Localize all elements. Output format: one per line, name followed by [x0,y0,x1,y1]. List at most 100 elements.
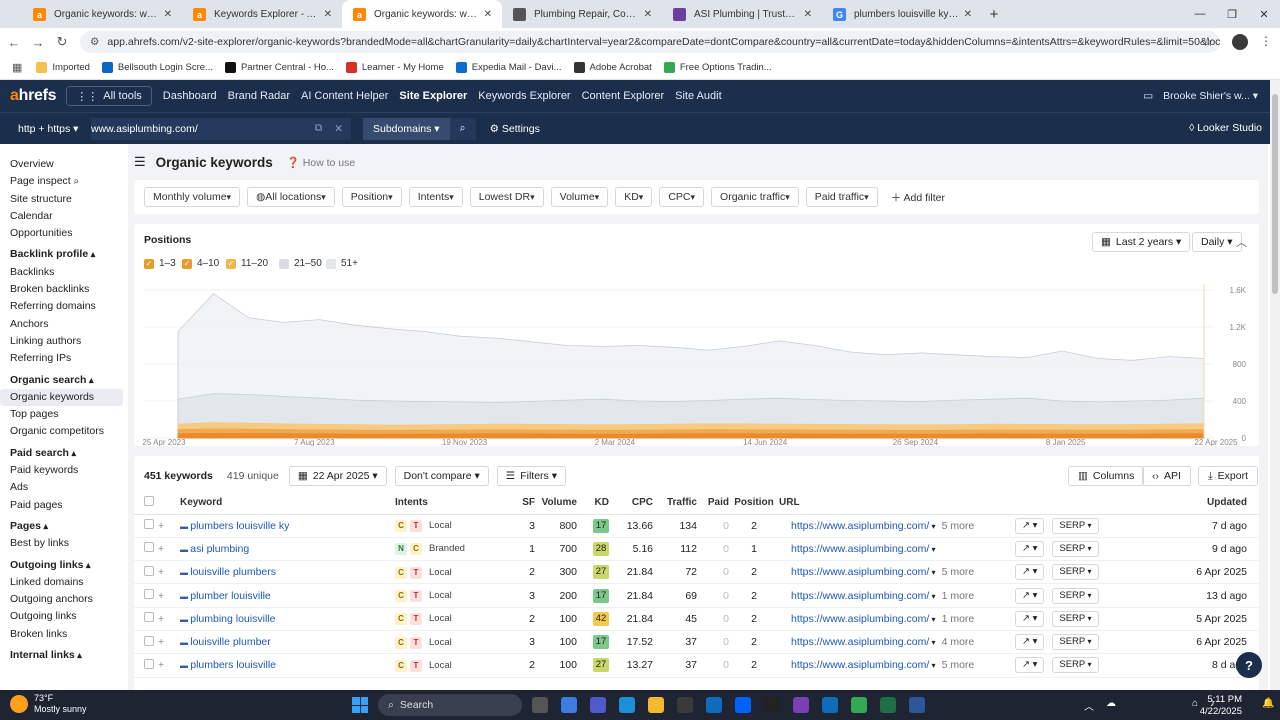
page-scrollbar[interactable] [1270,80,1280,690]
plus-icon[interactable]: + [158,520,164,532]
sidebar-item-site-structure[interactable]: Site structure [0,191,128,208]
plus-icon[interactable]: + [158,566,164,578]
export-button[interactable]: ⤓ Export [1198,466,1259,486]
url-link[interactable]: https://www.asiplumbing.com/ [791,566,929,578]
trend-button[interactable]: ↗ ▾ [1015,540,1045,557]
forward-icon[interactable]: → [26,35,50,50]
bookmark-item[interactable]: Free Options Tradin... [663,62,772,73]
open-external-icon[interactable]: ⧉ [315,122,323,135]
keyword-link[interactable]: plumber louisville [190,590,271,602]
hamburger-icon[interactable]: ☰ [134,154,146,170]
keyword-link[interactable]: asi plumbing [190,543,249,555]
browser-tab[interactable]: a Keywords Explorer - Ahrefs ✕ [182,0,342,28]
sidebar-item-organic-competitors[interactable]: Organic competitors [0,423,128,440]
sidebar-item-ads[interactable]: Ads [0,479,128,496]
sidebar-section-paid-search[interactable]: Paid search ▴ [0,445,128,462]
plus-icon[interactable]: + [158,636,164,648]
close-tab-icon[interactable]: ✕ [964,9,972,20]
serp-button[interactable]: SERP ▾ [1052,610,1099,627]
profile-avatar[interactable] [1232,34,1248,50]
trend-button[interactable]: ↗ ▾ [1015,657,1045,674]
sidebar-section-backlink-profile[interactable]: Backlink profile ▴ [0,246,128,263]
bookmark-item[interactable]: Bellsouth Login Scre... [101,62,213,73]
sidebar-item-page-inspect[interactable]: Page inspect ⌕ [0,173,128,190]
plus-icon[interactable]: + [158,659,164,671]
sidebar-section-organic-search[interactable]: Organic search ▴ [0,372,128,389]
close-tab-icon[interactable]: ✕ [644,9,652,20]
close-window-icon[interactable]: ✕ [1248,0,1280,28]
chevron-down-icon[interactable]: ▾ [929,661,936,670]
filter-organic-traffic[interactable]: Organic traffic ▾ [711,187,799,207]
chevron-down-icon[interactable]: ▾ [929,638,936,647]
date-select[interactable]: ▦ 22 Apr 2025 ▾ [288,466,387,486]
nav-content-explorer[interactable]: Content Explorer [582,90,665,102]
subdomains-select[interactable]: Subdomains ▾ [363,117,450,140]
row-checkbox[interactable] [144,519,154,530]
maximize-icon[interactable]: ❐ [1216,0,1248,28]
taskbar-search[interactable]: ⌕ Search [378,694,522,716]
sidebar-section-pages[interactable]: Pages ▴ [0,518,128,535]
excel-icon[interactable] [880,697,896,713]
compare-select[interactable]: Don't compare ▾ [394,466,489,486]
ahrefs-logo[interactable]: ahrefs [10,87,57,105]
back-icon[interactable]: ← [2,35,26,50]
sidebar-item-outgoing-links[interactable]: Outgoing links [0,608,128,625]
app2-icon[interactable] [793,697,809,713]
new-tab-icon[interactable]: + [982,0,1006,28]
app-icon[interactable] [764,697,780,713]
nav-site-explorer[interactable]: Site Explorer [399,90,467,102]
sidebar-item-backlinks[interactable]: Backlinks [0,264,128,281]
keyword-link[interactable]: plumbers louisville ky [190,520,289,532]
column-header[interactable]: URL [779,492,1009,515]
position-filter-checkbox[interactable]: 21–50 [279,258,322,269]
chevron-down-icon[interactable]: ▾ [929,592,936,601]
reload-icon[interactable]: ↻ [50,34,74,50]
bookmark-item[interactable]: Expedia Mail - Davi... [455,62,562,73]
position-filter-checkbox[interactable]: ✓ 11–20 [226,258,268,269]
clock[interactable]: 5:11 PM 4/22/2025 [1200,694,1242,718]
column-header[interactable]: Traffic [653,492,697,515]
row-checkbox[interactable] [144,612,154,623]
browser-tab[interactable]: a Organic keywords: www.asiplu ✕ [342,0,502,28]
column-header[interactable]: SF [505,492,535,515]
api-button[interactable]: ‹› API [1142,466,1191,486]
sidebar-item-paid-pages[interactable]: Paid pages [0,497,128,514]
domain-input[interactable]: www.asiplumbing.com/ ⧉ ✕ [91,117,351,140]
nav-site-audit[interactable]: Site Audit [675,90,721,102]
more-urls-link[interactable]: 5 more [942,520,975,532]
browser-tab[interactable]: a Organic keywords: www.davisp ✕ [22,0,182,28]
sidebar-section-internal-links[interactable]: Internal links ▴ [0,647,128,664]
collapse-chevron-icon[interactable]: ︿ [1236,234,1247,250]
close-tab-icon[interactable]: ✕ [484,9,492,20]
chevron-down-icon[interactable]: ▾ [929,522,936,531]
outlook2-icon[interactable] [822,697,838,713]
close-tab-icon[interactable]: ✕ [164,9,172,20]
dropbox-icon[interactable] [735,697,751,713]
filter-cpc[interactable]: CPC ▾ [659,187,705,207]
more-urls-link[interactable]: 1 more [942,613,975,625]
clear-icon[interactable]: ✕ [334,123,343,135]
help-button[interactable]: ? [1236,652,1262,678]
sidebar-item-referring-ips[interactable]: Referring IPs [0,350,128,367]
keyword-link[interactable]: louisville plumber [190,636,271,648]
tray-chevron-icon[interactable]: ︿ [1084,698,1094,713]
sidebar-item-organic-keywords[interactable]: Organic keywords [0,388,123,407]
trend-button[interactable]: ↗ ▾ [1015,610,1045,627]
minimize-icon[interactable]: — [1184,0,1216,28]
keyword-link[interactable]: louisville plumbers [190,566,276,578]
apps-icon[interactable]: ▦ [12,61,22,74]
column-header[interactable] [134,492,158,515]
column-header[interactable] [1009,492,1133,515]
url-link[interactable]: https://www.asiplumbing.com/ [791,659,929,671]
browser-tab[interactable]: Gplumbers louisville ky - Google ✕ [822,0,982,28]
onedrive-icon[interactable]: ☁ [1106,698,1116,709]
nav-ai-content-helper[interactable]: AI Content Helper [301,90,388,102]
more-urls-link[interactable]: 1 more [942,590,975,602]
row-checkbox[interactable] [144,589,154,600]
row-checkbox[interactable] [144,565,154,576]
column-header[interactable]: Paid [697,492,729,515]
granularity-select[interactable]: Daily ▾ [1192,232,1242,252]
column-header[interactable]: Updated [1133,492,1259,515]
bookmark-item[interactable]: Partner Central - Ho... [224,62,334,73]
filter-intents[interactable]: Intents ▾ [408,187,463,207]
